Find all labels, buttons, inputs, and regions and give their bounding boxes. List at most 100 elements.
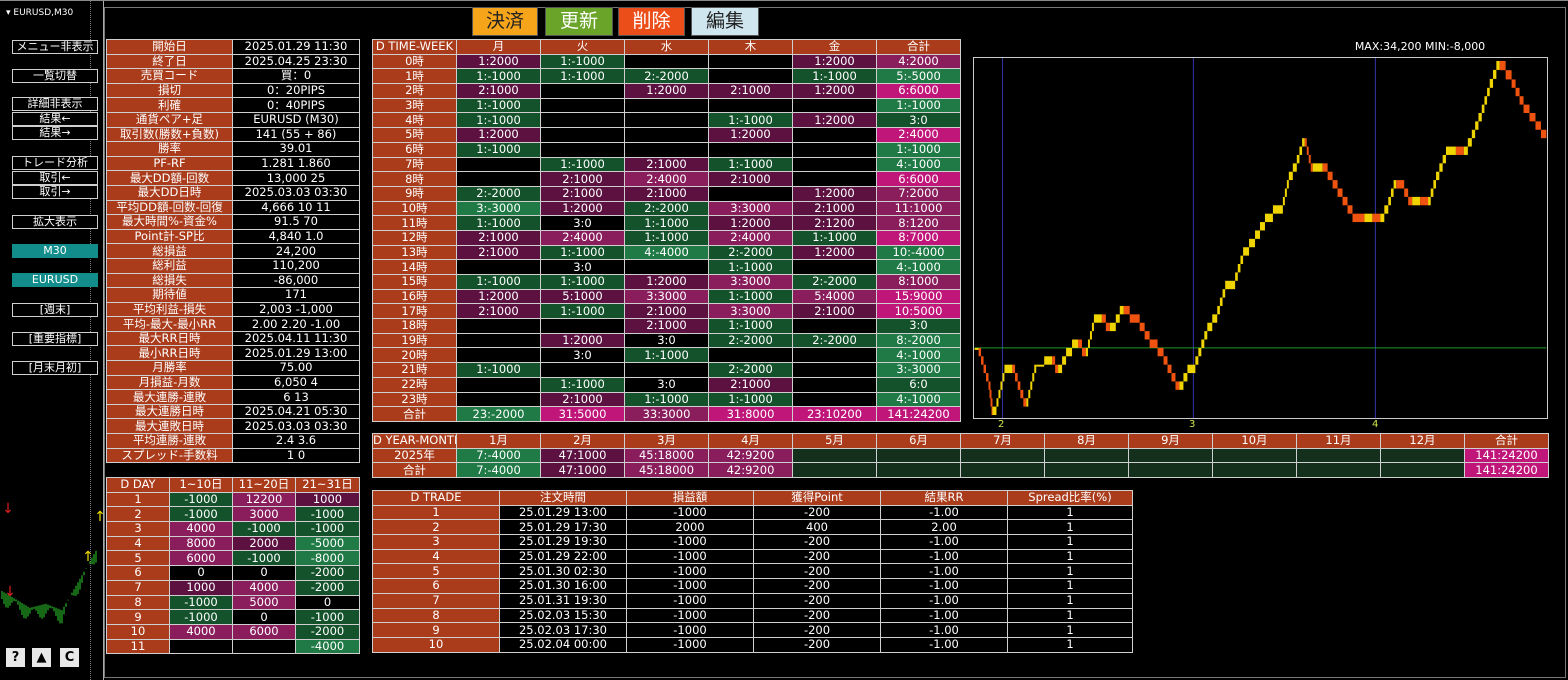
time-week-row: 7時 1:-1000 2:1000 1:-1000 4:-1000 [372,156,961,173]
value-cell: 2:1000 [624,303,709,320]
value-cell: 1:-1000 [456,112,541,129]
equity-step [1337,188,1343,197]
equity-step [1240,255,1244,265]
stat-row: 終了日 2025.04.25 23:30 [106,53,360,70]
day-row: 2 -1000 3000 -1000 [106,506,360,523]
value-cell [456,332,541,349]
value-cell: 1:-1000 [708,156,793,173]
value-cell [1128,462,1213,479]
value-cell: 2:1000 [624,318,709,334]
trade-row: 6 25.01.30 16:00 -1000 -200 -1.00 1 [372,578,1133,594]
window-title[interactable]: ▾ EURUSD,M30 [0,4,100,22]
value-cell: 5:-5000 [876,68,961,85]
equity-step [1072,339,1079,348]
row-label: 1 [106,491,170,508]
help-icon[interactable]: ? [6,648,25,667]
value-cell: -1000 [626,622,754,638]
equity-step [1388,196,1391,206]
value-cell: 1:-1000 [876,97,961,114]
value-cell [456,259,541,275]
value-cell: 2:-2000 [792,274,877,290]
value-cell: 5000 [232,594,296,611]
equity-step [1511,79,1516,88]
header-cell: D TIME-WEEK [372,39,457,55]
value-cell: 1 [1007,636,1133,653]
row-label: 9 [106,609,170,625]
trade-prev-button[interactable]: 取引← [12,171,98,185]
zoom-button[interactable]: 拡大表示 [12,215,98,229]
value-cell: 1:2000 [792,185,877,202]
up-triangle-icon[interactable]: ▲ [32,648,51,667]
symbol-button[interactable]: EURUSD [12,273,98,287]
weekend-button[interactable]: [週末] [12,303,98,317]
value-cell: 1:2000 [708,215,793,231]
row-label: 11時 [372,215,457,231]
time-week-row: 15時 1:-1000 1:-1000 1:2000 3:3000 2:-2000 8:10… [372,274,961,290]
value-cell: 2:1000 [708,83,793,99]
value-cell: -2000 [295,579,360,596]
value-cell: -86,000 [232,272,360,289]
value-cell: 1.281 1.860 [232,155,360,172]
equity-step [1101,314,1106,323]
value-cell [540,362,625,378]
equity-step [1327,171,1333,181]
key-indicator-button[interactable]: [重要指標] [12,332,98,346]
value-cell: -1000 [232,521,296,537]
row-label: 最大連勝-連敗 [106,389,233,405]
row-label: 終了日 [106,53,233,70]
result-prev-button[interactable]: 結果← [12,112,98,126]
timeframe-button[interactable]: M30 [12,244,98,258]
list-toggle-button[interactable]: 一覧切替 [12,69,98,83]
value-cell: 1:-1000 [540,274,625,290]
time-week-row: 4時 1:-1000 1:-1000 1:2000 3:0 [372,112,961,129]
value-cell [456,376,541,393]
settle-button[interactable]: 決済 [472,7,538,36]
menu-hide-button[interactable]: メニュー非表示 [12,40,98,54]
value-cell: 1:-1000 [540,244,625,261]
delete-button[interactable]: 削除 [618,7,685,36]
equity-step [1062,356,1067,365]
value-cell: 2:1000 [624,156,709,173]
detail-hide-button[interactable]: 詳細非表示 [12,97,98,111]
value-cell: 2:-2000 [624,200,709,217]
value-cell: 3:0 [540,259,625,275]
equity-step [1481,104,1485,113]
value-cell [456,391,541,408]
value-cell [876,447,961,464]
equity-step [1207,322,1213,332]
result-next-button[interactable]: 結果→ [12,126,98,140]
header-cell: 獲得Point [753,490,881,506]
trade-analysis-button[interactable]: トレード分析 [12,156,98,170]
equity-step [1467,138,1472,147]
window: ▾ EURUSD,M30 メニュー非表示 一覧切替詳細非表示 結果← 結果→ トレード分… [0,0,1568,680]
value-cell [456,318,541,334]
value-cell [708,185,793,202]
value-cell [708,347,793,364]
stat-row: スプレッド-手数料 1 0 [106,447,360,464]
row-label: Point計-SP比 [106,228,233,245]
value-cell: 4000 [169,521,233,537]
update-button[interactable]: 更新 [545,7,613,36]
value-cell: 7:-4000 [456,462,541,479]
stat-row: 月損益-月数 6,050 4 [106,374,360,391]
equity-step [1352,213,1365,223]
edit-button[interactable]: 編集 [691,7,759,36]
time-week-row: 0時 1:2000 1:-1000 1:2000 4:2000 [372,53,961,70]
value-cell: 1:-1000 [624,215,709,231]
equity-step [1489,78,1494,88]
day-row: 6 0 0 -2000 [106,565,360,581]
clear-icon[interactable]: C [60,648,79,667]
time-week-row: 13時 2:1000 1:-1000 4:-4000 2:-2000 1:2000 10:-… [372,244,961,261]
value-cell: 12200 [232,491,296,508]
row-label: 6時 [372,141,457,158]
equity-step [988,381,991,390]
value-cell [792,318,877,334]
month-end-button[interactable]: [月末月初] [12,361,98,375]
stat-row: 総損益 24,200 [106,243,360,259]
value-cell: 23:-2000 [456,406,541,422]
value-cell: 141 (55 + 86) [232,126,360,143]
value-cell [960,462,1045,479]
stat-row: 最小RR日時 2025.01.29 13:00 [106,345,360,362]
trade-next-button[interactable]: 取引→ [12,185,98,199]
time-week-row: 18時 2:1000 1:-1000 3:0 [372,318,961,334]
